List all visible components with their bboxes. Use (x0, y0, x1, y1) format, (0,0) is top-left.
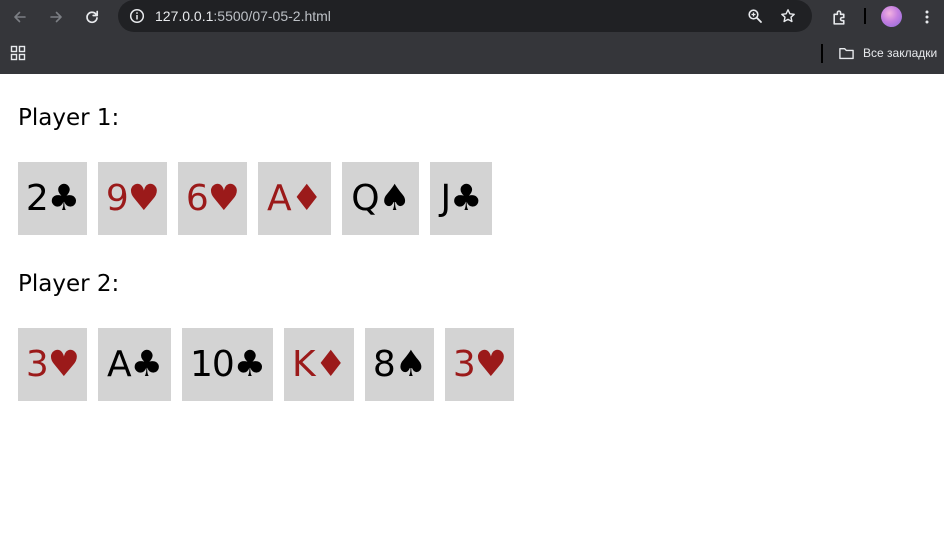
url-host: 127.0.0.1 (155, 8, 214, 24)
zoom-icon[interactable] (744, 5, 766, 27)
bookmark-star-icon[interactable] (777, 5, 799, 27)
card: 9♥ (98, 162, 167, 235)
url-path: :5500/07-05-2.html (213, 8, 331, 24)
card: 10♣ (182, 328, 273, 401)
browser-toolbar: 127.0.0.1:5500/07-05-2.html (0, 0, 944, 33)
bookmarks-separator (821, 44, 823, 63)
card: 8♠ (365, 328, 434, 401)
card: A♦ (258, 162, 331, 235)
toolbar-separator (864, 8, 866, 24)
kebab-menu-icon[interactable] (914, 4, 940, 30)
card: 6♥ (178, 162, 247, 235)
reload-button[interactable] (79, 4, 105, 30)
card: J♣ (430, 162, 492, 235)
card: A♣ (98, 328, 171, 401)
profile-avatar[interactable] (881, 6, 902, 27)
apps-grid-icon[interactable] (10, 45, 26, 61)
arrow-left-icon (14, 11, 26, 23)
folder-icon (839, 47, 854, 59)
address-bar[interactable]: 127.0.0.1:5500/07-05-2.html (118, 0, 812, 32)
reload-icon (86, 10, 99, 24)
back-button[interactable] (7, 4, 33, 30)
card: 2♣ (18, 162, 87, 235)
card: 3♥ (18, 328, 87, 401)
player-1-label: Player 1: (18, 105, 120, 131)
card: K♦ (284, 328, 354, 401)
bookmarks-bar: Все закладки (0, 33, 944, 74)
url-text[interactable]: 127.0.0.1:5500/07-05-2.html (155, 7, 331, 25)
player-2-label: Player 2: (18, 271, 120, 297)
card: Q♠ (342, 162, 419, 235)
forward-button[interactable] (43, 4, 69, 30)
all-bookmarks-folder[interactable]: Все закладки (838, 43, 937, 63)
all-bookmarks-label: Все закладки (863, 46, 938, 60)
extensions-icon[interactable] (826, 4, 852, 30)
card: 3♥ (445, 328, 514, 401)
site-info-icon[interactable] (126, 5, 148, 27)
arrow-right-icon (50, 11, 62, 23)
page-content: Player 1: 2♣ 9♥ 6♥ A♦ Q♠ J♣ Player 2: 3♥… (0, 74, 944, 542)
